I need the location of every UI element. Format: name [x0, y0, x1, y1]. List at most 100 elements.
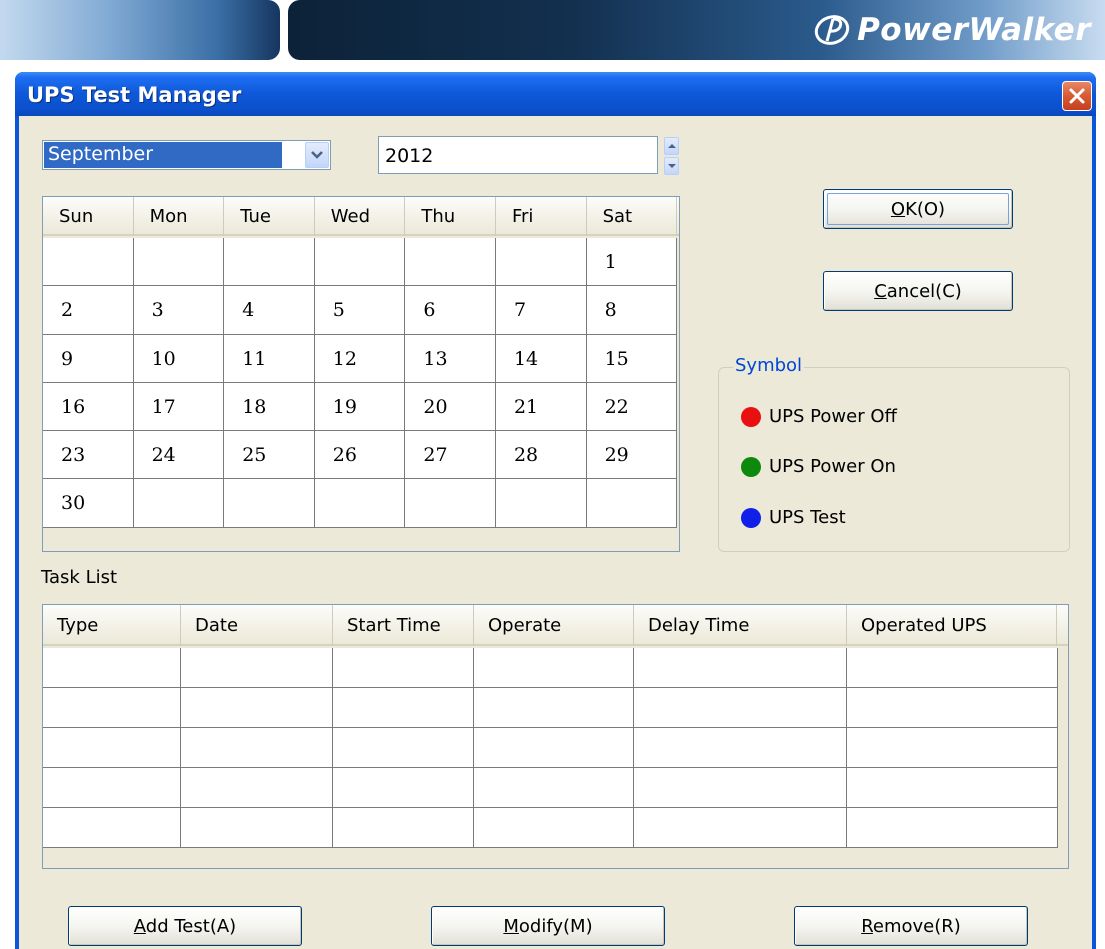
calendar-days: 1 2 3 4 5 6 7 8 9 10 11 12 13 14 15 16 1…: [43, 238, 679, 528]
year-up-button[interactable]: [664, 137, 679, 155]
ups-test-manager-window: UPS Test Manager September 2012 Sun Mon …: [15, 72, 1096, 949]
calendar-day[interactable]: 20: [405, 382, 496, 432]
calendar-day[interactable]: 12: [314, 334, 406, 383]
calendar-day[interactable]: [133, 238, 225, 287]
calendar-day[interactable]: 23: [43, 431, 134, 480]
table-cell: [474, 648, 634, 688]
calendar-week: 30: [43, 479, 679, 528]
calendar-day[interactable]: [314, 238, 406, 287]
month-select[interactable]: September: [42, 140, 331, 170]
table-cell: [333, 768, 474, 808]
brand-logo: PowerWalker: [813, 12, 1091, 48]
modify-label: Modify(M): [503, 915, 593, 937]
calendar-day[interactable]: 16: [43, 382, 134, 432]
calendar-day[interactable]: [405, 238, 496, 287]
table-row[interactable]: [43, 648, 1058, 688]
year-spinner[interactable]: [664, 137, 679, 175]
table-cell: [474, 808, 634, 848]
calendar-day[interactable]: 1: [586, 238, 678, 287]
day-header: Thu: [405, 197, 496, 236]
calendar-day[interactable]: [133, 479, 225, 528]
calendar-day[interactable]: 18: [224, 382, 315, 432]
table-row[interactable]: [43, 808, 1058, 848]
calendar-day[interactable]: 14: [495, 334, 587, 383]
calendar-day[interactable]: 5: [314, 286, 406, 335]
legend-item-power-off: UPS Power Off: [741, 406, 897, 427]
table-row[interactable]: [43, 688, 1058, 728]
calendar-day[interactable]: [495, 238, 587, 287]
add-test-button[interactable]: Add Test(A): [68, 906, 302, 946]
calendar-day[interactable]: [224, 238, 315, 287]
legend-item-test: UPS Test: [741, 507, 846, 528]
calendar-day[interactable]: 4: [224, 286, 315, 335]
column-header[interactable]: Start Time: [333, 605, 474, 646]
task-list-table: Type Date Start Time Operate Delay Time …: [42, 604, 1069, 869]
calendar-day[interactable]: [314, 479, 406, 528]
table-cell: [634, 808, 847, 848]
table-cell: [847, 648, 1058, 688]
table-cell: [181, 648, 333, 688]
calendar-day[interactable]: 9: [43, 334, 134, 383]
calendar-day[interactable]: 26: [314, 431, 406, 480]
calendar-day[interactable]: 19: [314, 382, 406, 432]
calendar-day[interactable]: 2: [43, 286, 134, 335]
table-cell: [43, 768, 181, 808]
symbol-legend-group: Symbol UPS Power Off UPS Power On UPS Te…: [718, 355, 1070, 552]
calendar-day[interactable]: 3: [133, 286, 225, 335]
year-input[interactable]: 2012: [378, 136, 658, 174]
remove-button[interactable]: Remove(R): [794, 906, 1028, 946]
calendar-day[interactable]: 22: [586, 382, 678, 432]
calendar-day[interactable]: 25: [224, 431, 315, 480]
year-down-button[interactable]: [664, 157, 679, 175]
arrow-down-icon: [667, 164, 676, 168]
month-dropdown-button[interactable]: [305, 142, 329, 168]
task-list-body: [43, 648, 1058, 848]
table-cell: [634, 688, 847, 728]
table-cell: [634, 648, 847, 688]
title-bar[interactable]: UPS Test Manager: [15, 72, 1096, 116]
close-button[interactable]: [1062, 81, 1092, 111]
table-row[interactable]: [43, 768, 1058, 808]
calendar-day[interactable]: [43, 238, 134, 287]
calendar-day[interactable]: 10: [133, 334, 225, 383]
cancel-label: Cancel(C): [874, 280, 962, 302]
column-header[interactable]: Operated UPS: [847, 605, 1057, 646]
calendar-day[interactable]: 6: [405, 286, 496, 335]
column-header[interactable]: Operate: [474, 605, 634, 646]
calendar-day[interactable]: 17: [133, 382, 225, 432]
calendar-week: 23 24 25 26 27 28 29: [43, 431, 679, 480]
table-cell: [181, 768, 333, 808]
column-header[interactable]: Delay Time: [634, 605, 847, 646]
legend-item-power-on: UPS Power On: [741, 456, 896, 477]
calendar-day[interactable]: [224, 479, 315, 528]
calendar-day[interactable]: [495, 479, 587, 528]
modify-button[interactable]: Modify(M): [431, 906, 665, 946]
calendar-day[interactable]: 13: [405, 334, 496, 383]
legend-label: UPS Power Off: [769, 406, 897, 427]
table-cell: [43, 728, 181, 768]
column-header[interactable]: Type: [43, 605, 181, 646]
day-header: Mon: [134, 197, 225, 236]
cancel-button[interactable]: Cancel(C): [823, 271, 1013, 311]
brand-name: PowerWalker: [857, 12, 1091, 48]
blue-dot-icon: [741, 507, 761, 528]
calendar-day[interactable]: 24: [133, 431, 225, 480]
calendar-day[interactable]: 29: [586, 431, 678, 480]
remove-label: Remove(R): [861, 915, 961, 937]
calendar-day[interactable]: 21: [495, 382, 587, 432]
calendar-day[interactable]: 15: [586, 334, 678, 383]
calendar-day[interactable]: [586, 479, 678, 528]
header-banner: PowerWalker: [0, 0, 1105, 60]
calendar-day[interactable]: 30: [43, 479, 134, 528]
calendar-day[interactable]: 7: [495, 286, 587, 335]
calendar-day[interactable]: 28: [495, 431, 587, 480]
calendar-day[interactable]: 11: [224, 334, 315, 383]
table-row[interactable]: [43, 728, 1058, 768]
calendar-day[interactable]: 27: [405, 431, 496, 480]
banner-left-segment: [0, 0, 280, 60]
calendar-day[interactable]: 8: [586, 286, 678, 335]
calendar-day[interactable]: [405, 479, 496, 528]
column-header[interactable]: Date: [181, 605, 333, 646]
table-cell: [634, 728, 847, 768]
ok-button[interactable]: OK(O): [823, 189, 1013, 229]
